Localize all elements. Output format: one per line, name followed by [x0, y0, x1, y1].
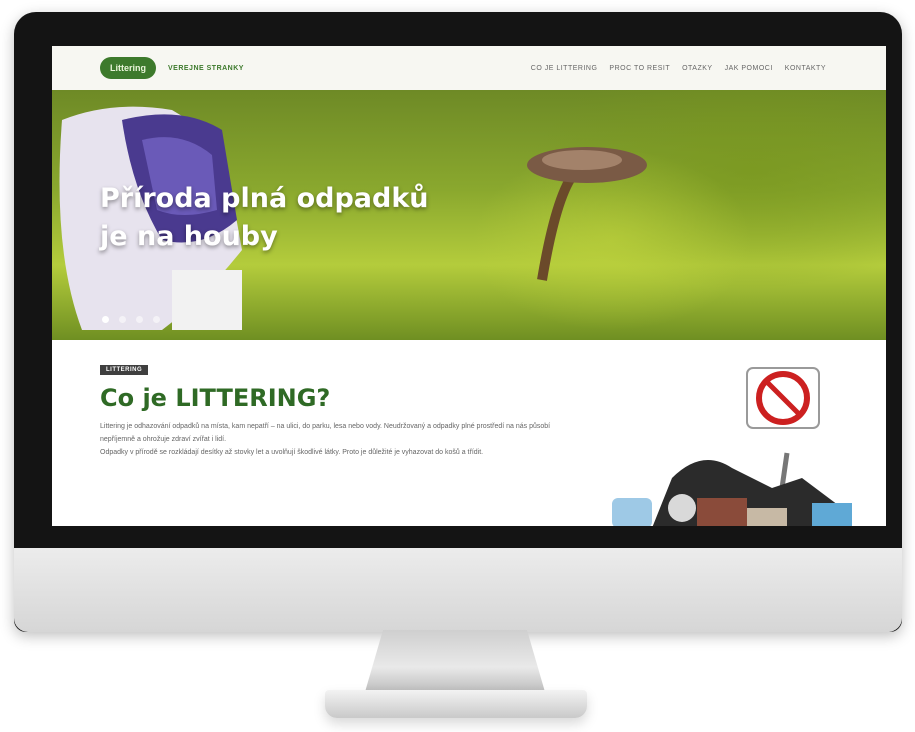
hero-title: Příroda plná odpadků je na houby	[100, 180, 429, 256]
slider-dot[interactable]	[119, 316, 126, 323]
litter-pile-illustration	[612, 367, 852, 526]
main-nav: CO JE LITTERING PROC TO RESIT OTAZKY JAK…	[531, 65, 826, 72]
nav-item-kontakty[interactable]: KONTAKTY	[785, 65, 826, 72]
slider-dot[interactable]	[153, 316, 160, 323]
intro-paragraph-1: Littering je odhazování odpadků na místa…	[100, 423, 551, 443]
site-logo[interactable]: Littering	[100, 57, 156, 79]
hero-slider: Příroda plná odpadků je na houby	[52, 90, 886, 340]
monitor-chin	[14, 548, 902, 632]
hero-title-line-1: Příroda plná odpadků	[100, 183, 429, 214]
nav-item-proc-to-resit[interactable]: PROC TO RESIT	[609, 65, 670, 72]
hero-title-line-2: je na houby	[100, 221, 278, 252]
nav-item-co-je-littering[interactable]: CO JE LITTERING	[531, 65, 598, 72]
site-header: Littering VEREJNE STRANKY CO JE LITTERIN…	[52, 46, 886, 90]
monitor-stand	[365, 630, 545, 692]
monitor-stand-base	[325, 690, 587, 718]
intro-paragraph-2: Odpadky v přírodě se rozkládají desítky …	[100, 449, 484, 456]
section-title: Co je LITTERING?	[100, 384, 331, 412]
slider-dot[interactable]	[136, 316, 143, 323]
slider-dot[interactable]	[102, 316, 109, 323]
mushroom-image	[527, 147, 647, 281]
section-badge: LITTERING	[100, 365, 149, 375]
intro-section: LITTERING Co je LITTERING? Littering je …	[100, 358, 580, 459]
nav-item-otazky[interactable]: OTAZKY	[682, 65, 712, 72]
site-tagline: VEREJNE STRANKY	[168, 64, 244, 72]
nav-item-jak-pomoci[interactable]: JAK POMOCI	[725, 65, 773, 72]
slider-dots	[102, 316, 160, 323]
website-screen: Littering VEREJNE STRANKY CO JE LITTERIN…	[52, 46, 886, 526]
